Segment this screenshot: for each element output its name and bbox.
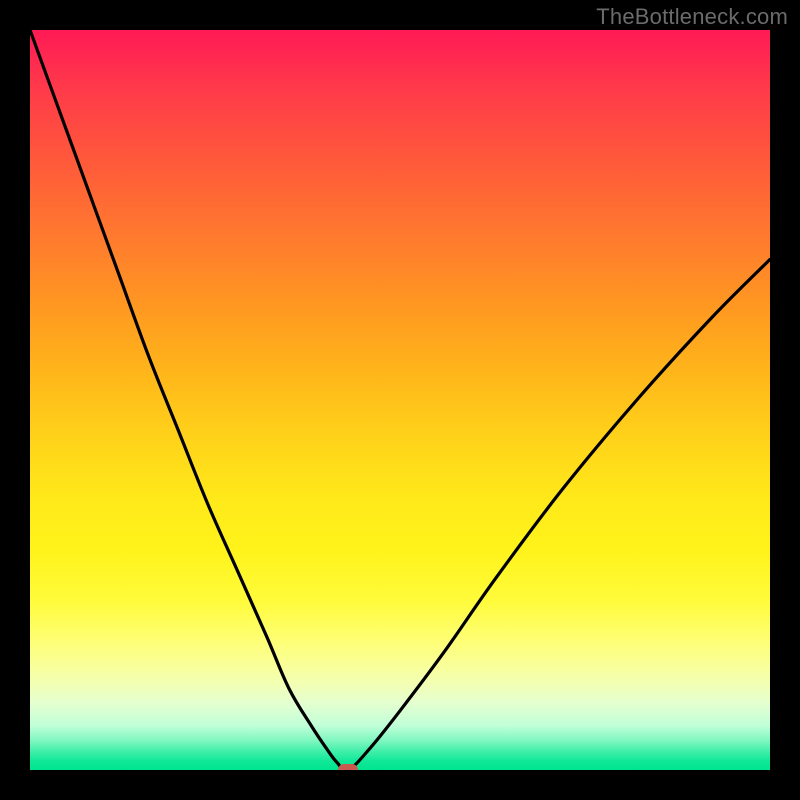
chart-frame: TheBottleneck.com: [0, 0, 800, 800]
watermark-text: TheBottleneck.com: [596, 4, 788, 30]
bottleneck-curve: [30, 30, 770, 770]
optimal-point-marker: [338, 764, 358, 770]
plot-area: [30, 30, 770, 770]
